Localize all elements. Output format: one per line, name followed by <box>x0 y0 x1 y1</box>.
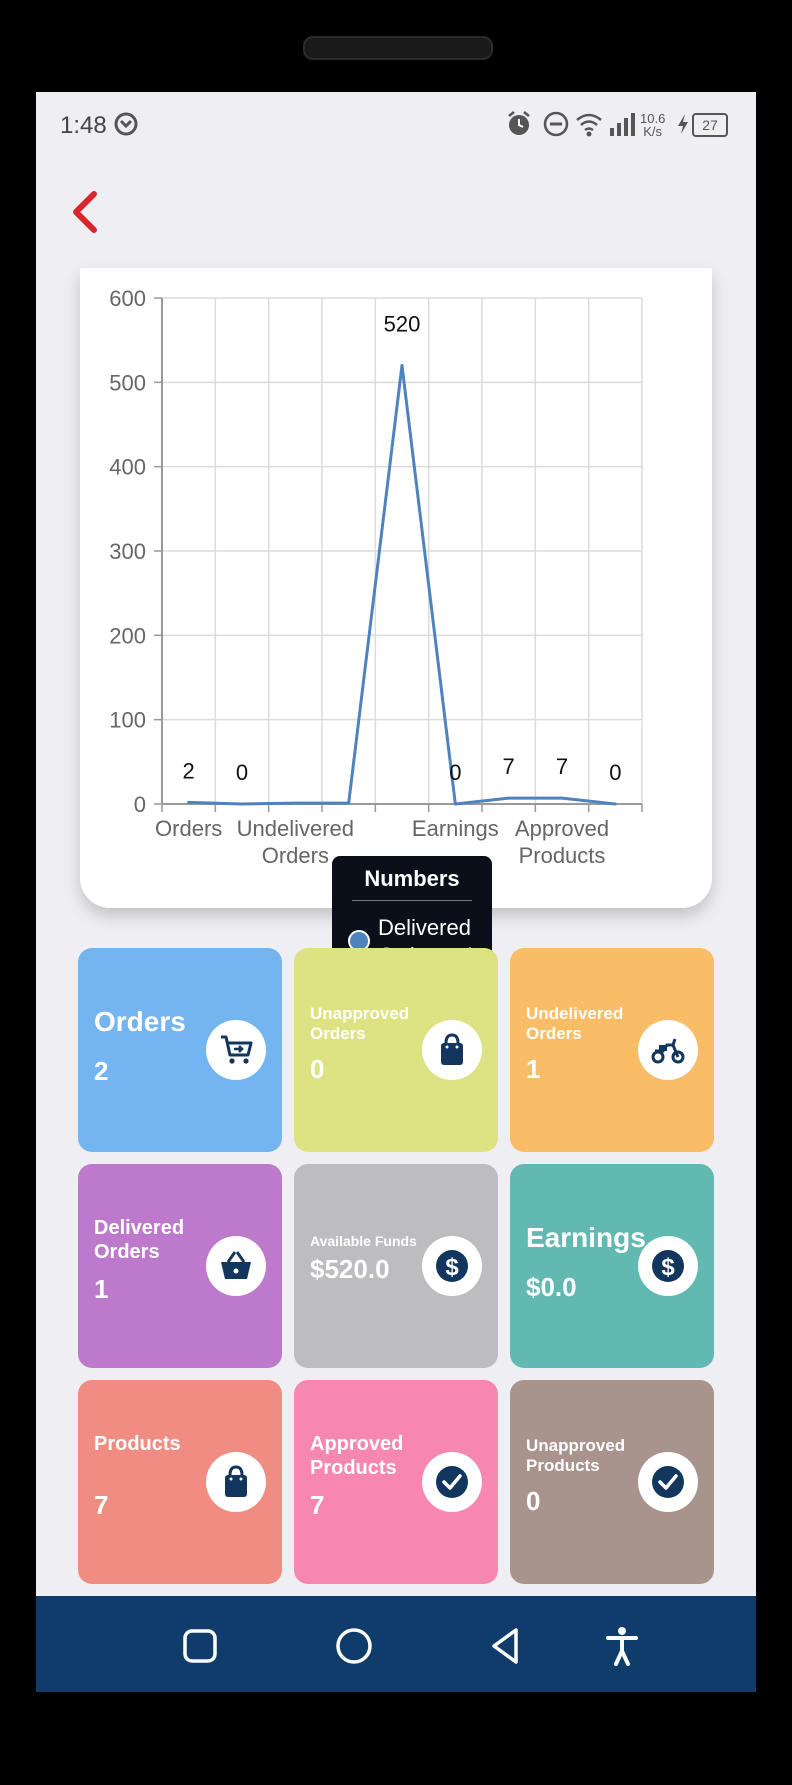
data-point <box>453 802 457 806</box>
tile-label: Approved Products <box>310 1433 404 1479</box>
scooter-icon <box>638 1020 698 1080</box>
x-tick-label: Orders <box>262 843 329 868</box>
tile-unapproved-products[interactable]: Unapproved Products 0 <box>510 1380 714 1584</box>
data-label: 0 <box>236 760 248 785</box>
back-arrow-icon[interactable] <box>66 188 106 236</box>
signal-icon <box>610 113 635 136</box>
x-tick-label: Orders <box>155 816 222 841</box>
tile-label: Earnings <box>526 1222 646 1253</box>
dollar-icon: $ <box>638 1236 698 1296</box>
do-not-disturb-icon <box>543 111 569 137</box>
charging-icon <box>678 114 688 134</box>
tile-label: Delivered Orders <box>94 1217 185 1263</box>
recents-button[interactable] <box>178 1624 222 1668</box>
app-screen: 1:48 10.6 K/s 27 0 100 200 300 400 500 6… <box>36 92 756 1692</box>
phone-frame: 1:48 10.6 K/s 27 0 100 200 300 400 500 6… <box>0 0 792 1785</box>
data-point <box>507 796 511 800</box>
tile-value: $520.0 <box>310 1254 390 1284</box>
data-point <box>240 802 244 806</box>
tile-label: Products <box>94 1433 181 1455</box>
check-icon <box>638 1452 698 1512</box>
data-label: 2 <box>183 758 195 783</box>
accessibility-button[interactable] <box>600 1624 644 1668</box>
status-bar: 1:48 10.6 K/s 27 <box>36 92 756 156</box>
y-tick-label: 300 <box>109 539 146 564</box>
tile-label: Unapproved Products <box>526 1436 626 1475</box>
nav-bar <box>36 1596 756 1692</box>
tile-orders[interactable]: Orders 2 <box>78 948 282 1152</box>
y-tick-label: 500 <box>109 370 146 395</box>
x-tick-label: Undelivered <box>237 816 354 841</box>
net-speed-unit: K/s <box>643 124 663 139</box>
tile-label: Undelivered Orders <box>526 1004 624 1043</box>
data-point <box>613 802 617 806</box>
tile-value: 7 <box>94 1490 109 1520</box>
back-button[interactable] <box>484 1624 528 1668</box>
x-tick-label: Products <box>519 843 606 868</box>
status-time: 1:48 <box>60 112 107 139</box>
net-speed: 10.6 K/s <box>640 112 665 138</box>
y-tick-label: 100 <box>109 708 146 733</box>
tile-value: 1 <box>526 1054 541 1084</box>
speaker-grille <box>303 36 493 60</box>
bag-icon <box>206 1452 266 1512</box>
bag-icon <box>422 1020 482 1080</box>
tile-value: $0.0 <box>526 1272 577 1302</box>
wifi-icon <box>576 113 602 137</box>
tile-earnings[interactable]: Earnings $0.0 $ <box>510 1164 714 1368</box>
x-tick-label: Earnings <box>412 816 499 841</box>
dollar-icon: $ <box>422 1236 482 1296</box>
tile-value: 7 <box>310 1490 325 1520</box>
y-tick-label: 200 <box>109 623 146 648</box>
tile-unapproved-orders[interactable]: Unapproved Orders 0 <box>294 948 498 1152</box>
tile-products[interactable]: Products 7 <box>78 1380 282 1584</box>
line-chart[interactable]: 0100200300400500600Orders UndeliveredOrde… <box>80 268 712 908</box>
data-point <box>293 801 297 805</box>
tile-available-funds[interactable]: Available Funds $520.0 $ <box>294 1164 498 1368</box>
svg-text:$: $ <box>661 1254 675 1281</box>
tile-delivered-orders[interactable]: Delivered Orders 1 <box>78 1164 282 1368</box>
alarm-icon <box>508 111 530 135</box>
y-tick-label: 400 <box>109 455 146 480</box>
tile-approved-products[interactable]: Approved Products 7 <box>294 1380 498 1584</box>
series-line <box>188 363 616 806</box>
tile-value: 1 <box>94 1274 109 1304</box>
tile-label: Available Funds <box>310 1233 417 1249</box>
data-label: 7 <box>503 754 515 779</box>
tile-value: 2 <box>94 1056 109 1086</box>
data-point <box>400 363 404 367</box>
sync-icon <box>114 112 138 136</box>
tile-label: Unapproved Orders <box>310 1004 410 1043</box>
x-tick-label: Approved <box>515 816 609 841</box>
y-tick-label: 0 <box>134 792 146 817</box>
tooltip-divider <box>352 900 472 901</box>
data-label: 0 <box>449 760 461 785</box>
data-point <box>560 796 564 800</box>
data-label: 520 <box>384 311 421 336</box>
battery-icon: 27 <box>692 113 728 137</box>
cart-icon <box>206 1020 266 1080</box>
data-label: 0 <box>609 760 621 785</box>
data-point <box>187 800 191 804</box>
check-icon <box>422 1452 482 1512</box>
chart-card: 0 100 200 300 400 500 600 Orders Undelivered Orde… <box>80 268 712 990</box>
data-point <box>347 801 351 805</box>
tile-value: 0 <box>310 1054 325 1084</box>
basket-icon <box>206 1236 266 1296</box>
tile-undelivered-orders[interactable]: Undelivered Orders 1 <box>510 948 714 1152</box>
tooltip-title: Numbers <box>364 866 460 891</box>
svg-text:$: $ <box>445 1254 459 1281</box>
home-button[interactable] <box>332 1624 376 1668</box>
tile-label: Orders <box>94 1006 186 1037</box>
tile-value: 0 <box>526 1486 541 1516</box>
data-label: 7 <box>556 754 568 779</box>
y-tick-label: 600 <box>109 286 146 311</box>
